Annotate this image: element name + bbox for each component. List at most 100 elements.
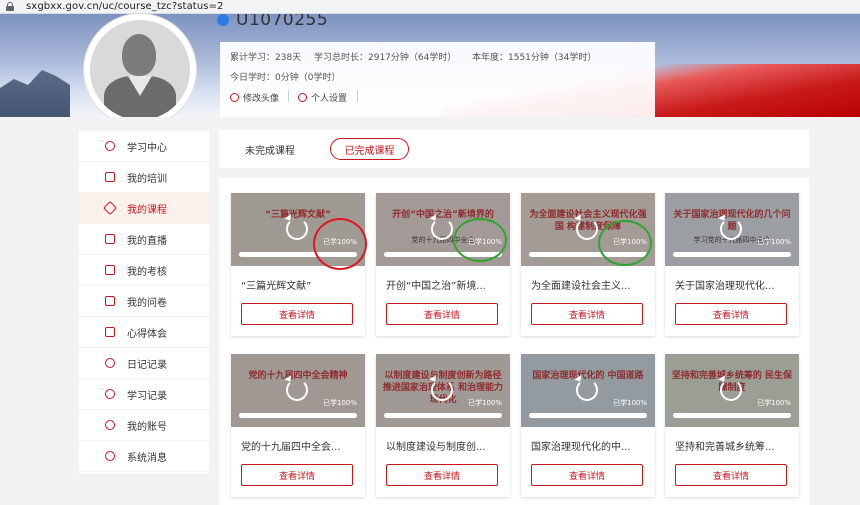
course-title[interactable]: 为全面建设社会主义... [531, 277, 649, 292]
gear-icon [298, 93, 307, 102]
url-text[interactable]: sxgbxx.gov.cn/uc/course_tzc?status=2 [26, 0, 224, 13]
course-title[interactable]: 坚持和完善城乡统筹... [675, 438, 793, 453]
sidebar-item-label: 心得体会 [127, 328, 167, 340]
course-title[interactable]: “三篇光辉文献” [241, 277, 359, 292]
sidebar-item-study-center[interactable]: 学习中心 [79, 131, 209, 162]
replay-icon[interactable] [576, 379, 598, 401]
edit-icon [105, 327, 115, 337]
progress-label: 已学100% [322, 399, 357, 407]
progress-fill [529, 252, 647, 257]
course-thumbnail[interactable]: 坚持和完善城乡统筹的 民生保障制度 已学100% [665, 354, 799, 427]
progress-fill [673, 252, 791, 257]
tab-complete[interactable]: 已完成课程 [330, 138, 409, 160]
replay-icon[interactable] [720, 218, 742, 240]
address-bar[interactable]: sxgbxx.gov.cn/uc/course_tzc?status=2 [0, 0, 860, 14]
sidebar-item-exams[interactable]: 我的考核 [79, 255, 209, 286]
live-icon [105, 234, 115, 244]
view-details-button[interactable]: 查看详情 [386, 464, 498, 486]
sidebar-item-account[interactable]: 我的账号 [79, 410, 209, 441]
sidebar-item-label: 我的账号 [127, 421, 167, 433]
course-thumbnail[interactable]: 关于国家治理现代化的几个问题 学习党的十九届四中全会 已学100% [665, 193, 799, 266]
course-title[interactable]: 开创“中国之治”新境... [386, 277, 504, 292]
replay-icon[interactable] [286, 379, 308, 401]
progress-bar [529, 413, 647, 418]
view-details-button[interactable]: 查看详情 [675, 464, 787, 486]
sidebar-item-label: 我的直播 [127, 235, 167, 247]
sidebar-item-label: 日记记录 [127, 359, 167, 371]
course-thumbnail[interactable]: 国家治理现代化的 中国道路 已学100% [521, 354, 655, 427]
sidebar-item-label: 我的问卷 [127, 297, 167, 309]
tab-incomplete[interactable]: 未完成课程 [235, 138, 305, 160]
sidebar-item-label: 我的考核 [127, 266, 167, 278]
view-details-button[interactable]: 查看详情 [386, 303, 498, 325]
avatar[interactable] [84, 14, 196, 117]
replay-icon[interactable] [431, 379, 453, 401]
edit-avatar-link[interactable]: 修改头像 [230, 91, 279, 104]
course-card[interactable]: 国家治理现代化的 中国道路 已学100% 国家治理现代化的中... 查看详情 [521, 354, 655, 497]
today-time: 今日学时：0分钟（0学时） [230, 73, 341, 83]
course-title[interactable]: 党的十九届四中全会... [241, 438, 359, 453]
sidebar-item-courses[interactable]: 我的课程 [79, 193, 209, 224]
sidebar-item-live[interactable]: 我的直播 [79, 224, 209, 255]
progress-label: 已学100% [612, 238, 647, 246]
question-icon [105, 358, 115, 368]
course-thumbnail[interactable]: “三篇光辉文献” 已学100% [231, 193, 365, 266]
course-card[interactable]: “三篇光辉文献” 已学100% “三篇光辉文献” 查看详情 [231, 193, 365, 336]
course-card[interactable]: 为全面建设社会主义现代化强国 构建制度保障 已学100% 为全面建设社会主义..… [521, 193, 655, 336]
course-thumbnail[interactable]: 为全面建设社会主义现代化强国 构建制度保障 已学100% [521, 193, 655, 266]
sidebar-item-label: 学习记录 [127, 390, 167, 402]
progress-bar [239, 413, 357, 418]
sidebar-item-diary[interactable]: 日记记录 [79, 348, 209, 379]
course-title[interactable]: 国家治理现代化的中... [531, 438, 649, 453]
user-id: U1070255 [236, 14, 329, 30]
view-details-button[interactable]: 查看详情 [241, 464, 353, 486]
bus-icon [105, 172, 115, 182]
tag-icon [102, 200, 118, 216]
sidebar-item-label: 我的培训 [127, 173, 167, 185]
sidebar-item-surveys[interactable]: 我的问卷 [79, 286, 209, 317]
great-wall-graphic [0, 70, 70, 117]
sidebar-item-messages[interactable]: 系统消息 [79, 441, 209, 472]
course-thumbnail[interactable]: 以制度建设与制度创新为路径 推进国家治理体系 和治理能力现代化 已学100% [376, 354, 510, 427]
course-card[interactable]: 坚持和完善城乡统筹的 民生保障制度 已学100% 坚持和完善城乡统筹... 查看… [665, 354, 799, 497]
sidebar-item-reflections[interactable]: 心得体会 [79, 317, 209, 348]
doc-icon [105, 265, 115, 275]
course-title[interactable]: 关于国家治理现代化... [675, 277, 793, 292]
progress-label: 已学100% [467, 238, 502, 246]
progress-label: 已学100% [322, 238, 357, 246]
view-details-button[interactable]: 查看详情 [531, 464, 643, 486]
settings-link[interactable]: 个人设置 [298, 91, 347, 104]
sidebar: 学习中心 我的培训 我的课程 我的直播 我的考核 我的问卷 心得体会 日记记录 … [79, 131, 209, 474]
account-icon [105, 420, 115, 430]
course-card[interactable]: 关于国家治理现代化的几个问题 学习党的十九届四中全会 已学100% 关于国家治理… [665, 193, 799, 336]
course-card[interactable]: 以制度建设与制度创新为路径 推进国家治理体系 和治理能力现代化 已学100% 以… [376, 354, 510, 497]
course-tabs: 未完成课程 已完成课程 [219, 130, 809, 168]
history-icon [105, 389, 115, 399]
course-card[interactable]: 党的十九届四中全会精神 已学100% 党的十九届四中全会... 查看详情 [231, 354, 365, 497]
course-thumbnail[interactable]: 党的十九届四中全会精神 已学100% [231, 354, 365, 427]
sidebar-item-label: 我的课程 [127, 204, 167, 216]
person-icon [105, 141, 115, 151]
progress-fill [673, 413, 791, 418]
replay-icon[interactable] [286, 218, 308, 240]
replay-icon[interactable] [576, 218, 598, 240]
view-details-button[interactable]: 查看详情 [675, 303, 787, 325]
progress-fill [239, 413, 357, 418]
course-card[interactable]: 开创“中国之治”新境界的 党的十九届四中全会 已学100% 开创“中国之治”新境… [376, 193, 510, 336]
year-time: 本年度：1551分钟（34学时） [472, 53, 597, 63]
course-thumbnail[interactable]: 开创“中国之治”新境界的 党的十九届四中全会 已学100% [376, 193, 510, 266]
progress-label: 已学100% [756, 399, 791, 407]
sidebar-item-training[interactable]: 我的培训 [79, 162, 209, 193]
replay-icon[interactable] [720, 379, 742, 401]
sidebar-item-records[interactable]: 学习记录 [79, 379, 209, 410]
total-days: 累计学习：238天 [230, 53, 302, 63]
view-details-button[interactable]: 查看详情 [241, 303, 353, 325]
view-details-button[interactable]: 查看详情 [531, 303, 643, 325]
course-grid: “三篇光辉文献” 已学100% “三篇光辉文献” 查看详情 开创“中国之治”新境… [219, 178, 809, 505]
profile-banner: U1070255 累计学习：238天 学习总时长：2917分钟（64学时） 本年… [0, 14, 860, 117]
replay-icon[interactable] [431, 218, 453, 240]
course-title[interactable]: 以制度建设与制度创... [386, 438, 504, 453]
settings-label: 个人设置 [311, 94, 348, 104]
sidebar-item-label: 学习中心 [127, 142, 167, 154]
message-icon [105, 451, 115, 461]
